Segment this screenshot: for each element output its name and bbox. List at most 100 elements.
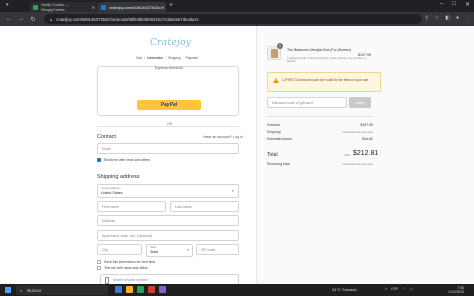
cratejoy-favicon-icon — [101, 4, 106, 10]
summary-divider — [267, 116, 373, 117]
tab-search-icon[interactable]: ▾ — [6, 2, 9, 8]
apartment-placeholder: Apartment, suite, etc. (optional) — [102, 233, 152, 238]
subtotal-value: $197.99 — [360, 123, 373, 127]
checkout-page: Cratejoy Cart › Information › Shipping ›… — [0, 26, 474, 284]
taskbar-app-icon[interactable] — [126, 286, 133, 293]
total-value: $212.81 — [353, 150, 379, 157]
mobile-phone-field[interactable]: Mobile phone number — [100, 274, 239, 284]
address-placeholder: Address — [102, 218, 116, 223]
store-logo[interactable]: Cratejoy — [150, 38, 191, 48]
taxes-value: $14.82 — [362, 137, 373, 141]
recurring-label: Recurring total — [267, 162, 290, 166]
windows-taskbar: ⌕ Buscar 24°C Soleado ˄ ESP ◠ ◁ 7:55 2/1… — [0, 284, 474, 296]
extensions-icon[interactable]: ◧ — [445, 15, 450, 21]
url-text: crateljoy.com/60814637353/checkouts/86f5… — [56, 16, 199, 22]
toolbar-actions: ⇪ ☆ ◧ ● ⋮ — [425, 15, 470, 21]
simplycodes-favicon-icon — [33, 4, 38, 10]
taxes-row: Estimated taxes $14.82 — [267, 137, 373, 141]
zip-field[interactable]: ZIP code — [196, 244, 239, 255]
first-name-field[interactable]: First name — [97, 201, 166, 212]
new-tab-button[interactable]: + — [169, 2, 173, 10]
shipping-label: Shipping — [267, 130, 281, 134]
email-field[interactable]: Email — [97, 143, 239, 154]
subtotal-label: Subtotal — [267, 123, 280, 127]
discount-placeholder: Discount code or gift card — [272, 100, 313, 105]
profile-icon[interactable]: ● — [456, 15, 459, 21]
save-info-label: Save this information for next time — [104, 260, 156, 264]
wifi-icon[interactable]: ◠ — [402, 287, 405, 291]
apply-discount-button[interactable]: Apply — [349, 97, 371, 108]
close-window-button[interactable]: ✕ — [465, 1, 470, 8]
minimize-button[interactable]: – — [440, 1, 443, 8]
country-value: United States — [101, 191, 123, 195]
taskbar-app-icon[interactable] — [115, 286, 122, 293]
taskbar-app-icon[interactable] — [148, 286, 155, 293]
product-subtitle: 6 deliveries total / 6 Months Pre-Pay / … — [287, 57, 367, 64]
total-label: Total — [267, 152, 278, 158]
maximize-button[interactable]: □ — [452, 1, 456, 8]
taskbar-app-icon[interactable] — [137, 286, 144, 293]
discount-code-field[interactable]: Discount code or gift card — [267, 97, 347, 108]
express-checkout-label: Express checkout — [155, 66, 183, 70]
first-name-placeholder: First name — [102, 204, 119, 209]
email-news-checkbox[interactable] — [97, 158, 101, 162]
breadcrumb-information: Information — [147, 56, 164, 60]
reload-icon[interactable]: ↻ — [30, 16, 36, 23]
close-tab-icon[interactable]: ✕ — [92, 5, 95, 10]
zip-placeholder: ZIP code — [201, 247, 216, 252]
breadcrumb-cart[interactable]: Cart — [136, 56, 142, 60]
order-summary-panel: 1 The Balanced Lifestyle Box (For Women)… — [256, 26, 474, 284]
back-icon[interactable]: ← — [6, 16, 12, 22]
login-link[interactable]: Log in — [233, 135, 243, 139]
browser-tab-strip: ▾ Verify Codes — SimplyCodes ✕ crateljoy… — [0, 0, 474, 12]
email-placeholder: Email — [102, 146, 111, 151]
bookmark-star-icon[interactable]: ☆ — [435, 15, 439, 21]
discount-warning-text: CJFIRST10 discount code isn't valid for … — [282, 78, 369, 82]
menu-icon[interactable]: ⋮ — [465, 15, 470, 21]
save-info-checkbox[interactable] — [97, 260, 101, 264]
weather-widget[interactable]: 24°C Soleado — [332, 287, 357, 292]
clock[interactable]: 7:55 2/12/2023 — [448, 286, 464, 294]
taskbar-app-icon[interactable] — [159, 286, 166, 293]
close-tab-icon[interactable]: ✕ — [161, 5, 164, 10]
paypal-button[interactable]: PayPal — [137, 100, 201, 110]
apartment-field[interactable]: Apartment, suite, etc. (optional) — [97, 230, 239, 241]
shipping-value: Calculated at next step — [342, 130, 373, 134]
city-field[interactable]: City — [97, 244, 142, 255]
taxes-label: Estimated taxes — [267, 137, 292, 141]
address-field[interactable]: Address — [97, 215, 239, 226]
share-icon[interactable]: ⇪ — [425, 15, 429, 21]
taskbar-search[interactable]: ⌕ Buscar — [16, 285, 108, 295]
subtotal-row: Subtotal $197.99 — [267, 123, 373, 127]
forward-icon[interactable]: → — [18, 16, 24, 22]
address-bar[interactable]: 🔒︎ crateljoy.com/60814637353/checkouts/8… — [44, 14, 422, 24]
phone-icon — [105, 277, 109, 284]
breadcrumb-separator-icon: › — [165, 56, 167, 60]
tray-language[interactable]: ESP — [391, 287, 398, 291]
breadcrumb-payment: Payment — [185, 56, 199, 60]
country-label: Country/Region — [101, 186, 121, 190]
last-name-field[interactable]: Last name — [170, 201, 239, 212]
breadcrumb-separator-icon: › — [182, 56, 184, 60]
text-news-checkbox[interactable] — [97, 266, 101, 270]
system-tray: ˄ ESP ◠ ◁ — [385, 287, 412, 291]
window-controls: – □ ✕ — [440, 1, 470, 8]
tab-cratejoy[interactable]: crateljoy.com/60814637353/c ✕ — [98, 2, 166, 12]
recurring-row: Recurring total Calculated at next step — [267, 162, 373, 166]
account-prompt: Have an account? Log in — [203, 135, 243, 139]
chevron-down-icon: ▾ — [232, 189, 234, 193]
breadcrumb: Cart › Information › Shipping › Payment — [136, 56, 198, 60]
volume-icon[interactable]: ◁ — [409, 287, 412, 291]
chevron-up-icon[interactable]: ˄ — [385, 287, 387, 291]
text-news-label: Text me with news and offers — [104, 266, 148, 270]
tab-simplycodes[interactable]: Verify Codes — SimplyCodes ✕ — [30, 2, 98, 12]
windows-start-icon[interactable] — [5, 287, 11, 293]
browser-toolbar: ← → ↻ 🔒︎ crateljoy.com/60814637353/check… — [0, 12, 474, 26]
state-label: State — [150, 245, 157, 249]
product-price: $197.99 — [358, 53, 371, 57]
email-news-label: Email me with news and offers — [104, 158, 150, 162]
breadcrumb-separator-icon: › — [144, 56, 146, 60]
quantity-badge: 1 — [277, 43, 283, 49]
tab-title: Verify Codes — SimplyCodes — [41, 2, 69, 12]
lock-icon[interactable]: 🔒︎ — [50, 17, 52, 22]
